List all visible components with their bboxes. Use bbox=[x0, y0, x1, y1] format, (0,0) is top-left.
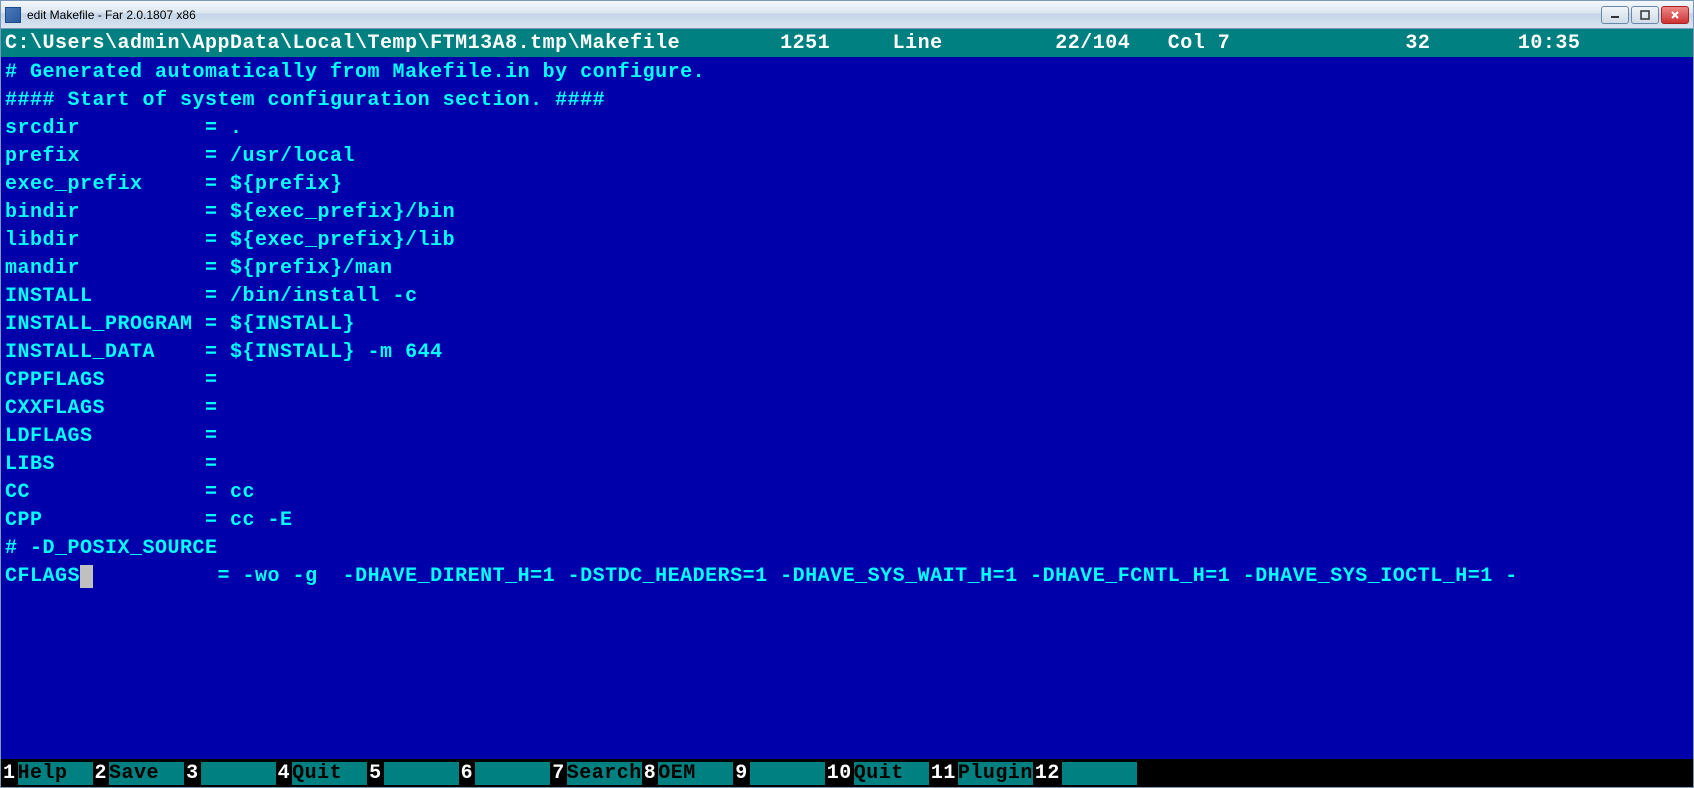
text-cursor bbox=[80, 565, 93, 588]
key-save[interactable]: Save bbox=[109, 762, 184, 785]
key-number: 8 bbox=[642, 762, 659, 785]
editor-line: mandir = ${prefix}/man bbox=[5, 255, 1689, 283]
close-button[interactable] bbox=[1661, 6, 1689, 24]
line-position: 22/104 bbox=[1055, 32, 1130, 55]
app-icon bbox=[5, 7, 21, 23]
editor-line: prefix = /usr/local bbox=[5, 143, 1689, 171]
editor-line: #### Start of system configuration secti… bbox=[5, 87, 1689, 115]
editor-line: LDFLAGS = bbox=[5, 423, 1689, 451]
editor-line: exec_prefix = ${prefix} bbox=[5, 171, 1689, 199]
window-titlebar[interactable]: edit Makefile - Far 2.0.1807 x86 bbox=[1, 1, 1693, 29]
key-help[interactable]: Help bbox=[18, 762, 93, 785]
char-code: 32 bbox=[1405, 32, 1430, 55]
editor-line: # Generated automatically from Makefile.… bbox=[5, 59, 1689, 87]
line-label: Line bbox=[893, 32, 943, 55]
editor-line: srcdir = . bbox=[5, 115, 1689, 143]
editor-line: CXXFLAGS = bbox=[5, 395, 1689, 423]
key-number: 7 bbox=[550, 762, 567, 785]
file-path: C:\Users\admin\AppData\Local\Temp\FTM13A… bbox=[5, 32, 680, 55]
key-number: 11 bbox=[929, 762, 958, 785]
key-number: 2 bbox=[93, 762, 110, 785]
function-keybar: 1Help 2Save 3 4Quit 5 6 7Search8OEM 9 10… bbox=[1, 759, 1693, 787]
key-number: 3 bbox=[184, 762, 201, 785]
key-number: 6 bbox=[459, 762, 476, 785]
editor-line: INSTALL_PROGRAM = ${INSTALL} bbox=[5, 311, 1689, 339]
editor-viewport[interactable]: # Generated automatically from Makefile.… bbox=[1, 57, 1693, 759]
maximize-button[interactable] bbox=[1631, 6, 1659, 24]
key-number: 1 bbox=[1, 762, 18, 785]
key-f5[interactable] bbox=[384, 762, 459, 785]
editor-line: # -D_POSIX_SOURCE bbox=[5, 535, 1689, 563]
window-buttons bbox=[1601, 6, 1689, 24]
window-title: edit Makefile - Far 2.0.1807 x86 bbox=[27, 8, 1601, 22]
editor-line: CC = cc bbox=[5, 479, 1689, 507]
editor-line: INSTALL_DATA = ${INSTALL} -m 644 bbox=[5, 339, 1689, 367]
editor-line: libdir = ${exec_prefix}/lib bbox=[5, 227, 1689, 255]
editor-line: CPPFLAGS = bbox=[5, 367, 1689, 395]
minimize-button[interactable] bbox=[1601, 6, 1629, 24]
editor-line: LIBS = bbox=[5, 451, 1689, 479]
key-plugin[interactable]: Plugin bbox=[958, 762, 1033, 785]
app-window: edit Makefile - Far 2.0.1807 x86 C:\User… bbox=[0, 0, 1694, 788]
col-label: Col bbox=[1168, 32, 1206, 55]
codepage: 1251 bbox=[780, 32, 830, 55]
editor-statusbar: C:\Users\admin\AppData\Local\Temp\FTM13A… bbox=[1, 29, 1693, 57]
key-f3[interactable] bbox=[201, 762, 276, 785]
key-quit[interactable]: Quit bbox=[292, 762, 367, 785]
editor-line: CPP = cc -E bbox=[5, 507, 1689, 535]
column-number: 7 bbox=[1218, 32, 1231, 55]
editor-line: INSTALL = /bin/install -c bbox=[5, 283, 1689, 311]
clock: 10:35 bbox=[1518, 32, 1581, 55]
key-search[interactable]: Search bbox=[567, 762, 642, 785]
key-f6[interactable] bbox=[475, 762, 550, 785]
key-quit2[interactable]: Quit bbox=[854, 762, 929, 785]
editor-line: bindir = ${exec_prefix}/bin bbox=[5, 199, 1689, 227]
key-f9[interactable] bbox=[750, 762, 825, 785]
terminal-area: C:\Users\admin\AppData\Local\Temp\FTM13A… bbox=[1, 29, 1693, 787]
key-number: 5 bbox=[367, 762, 384, 785]
editor-line: CFLAGS = -wo -g -DHAVE_DIRENT_H=1 -DSTDC… bbox=[5, 563, 1689, 591]
key-number: 12 bbox=[1033, 762, 1062, 785]
key-number: 10 bbox=[825, 762, 854, 785]
key-number: 4 bbox=[276, 762, 293, 785]
key-oem[interactable]: OEM bbox=[658, 762, 733, 785]
key-number: 9 bbox=[733, 762, 750, 785]
key-f12[interactable] bbox=[1062, 762, 1137, 785]
